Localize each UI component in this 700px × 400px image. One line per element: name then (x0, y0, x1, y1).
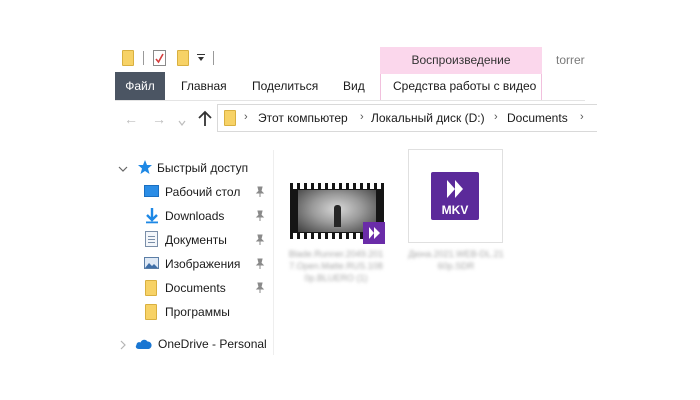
breadcrumb-this-pc[interactable]: Этот компьютер (258, 111, 348, 125)
properties-icon[interactable] (153, 50, 166, 66)
sidebar-item-label: Documents (165, 281, 226, 295)
sidebar-item-label: Рабочий стол (165, 185, 241, 199)
sidebar-item-label: Изображения (165, 257, 241, 271)
downloads-arrow-icon (146, 208, 158, 224)
pin-icon (255, 210, 265, 221)
pin-icon (255, 234, 265, 245)
file-name: Blade.Runner.2049.2017.Open.Matte.RUS.10… (288, 249, 384, 283)
sidebar-item-documents-folder[interactable]: Documents (118, 276, 278, 300)
pictures-icon (144, 257, 159, 269)
pin-icon (255, 186, 265, 197)
onedrive-label[interactable]: OneDrive - Personal (158, 337, 267, 351)
breadcrumb-separator: › (494, 111, 498, 123)
address-folder-icon (224, 110, 236, 126)
mkv-file-icon: MKV (431, 172, 479, 220)
tab-home[interactable]: Главная (181, 72, 227, 100)
sidebar-item-downloads[interactable]: Downloads (118, 204, 278, 228)
tab-file[interactable]: Файл (115, 72, 165, 100)
sidebar-item-label: Документы (165, 233, 227, 247)
video-play-badge-icon (363, 222, 385, 244)
tab-file-label: Файл (125, 79, 155, 93)
quick-access-chevron-icon[interactable] (118, 163, 128, 173)
breadcrumb-local-disk[interactable]: Локальный диск (D:) (371, 111, 485, 125)
tab-view[interactable]: Вид (343, 72, 365, 100)
file-name: Дюна.2021.WEB-DL.2160p.SDR (408, 249, 504, 271)
context-group-label: Воспроизведение (411, 53, 511, 67)
folder-icon (145, 304, 157, 320)
recent-locations-icon[interactable] (178, 116, 186, 126)
sidebar-item-programs[interactable]: Программы (118, 300, 278, 324)
toolbar-separator (213, 51, 214, 65)
toolbar-separator (143, 51, 144, 65)
new-folder-icon[interactable] (177, 50, 189, 66)
sidebar-item-documents[interactable]: Документы (118, 228, 278, 252)
mkv-badge-label: MKV (441, 203, 469, 217)
breadcrumb-separator: › (580, 111, 584, 123)
breadcrumb-documents[interactable]: Documents (507, 111, 568, 125)
tab-share[interactable]: Поделиться (252, 72, 318, 100)
dropdown-arrow-icon[interactable] (196, 52, 206, 64)
tab-video-tools[interactable]: Средства работы с видео (393, 72, 536, 100)
folder-icon[interactable] (122, 50, 134, 66)
pane-splitter[interactable] (273, 150, 274, 355)
up-button[interactable] (197, 110, 213, 128)
file-item-mkv[interactable]: MKV Дюна.2021.WEB-DL.2160p.SDR (408, 149, 504, 279)
onedrive-chevron-icon[interactable] (118, 339, 128, 350)
file-item-video[interactable]: Blade.Runner.2049.2017.Open.Matte.RUS.10… (288, 180, 388, 310)
documents-icon (145, 231, 158, 247)
sidebar-item-label: Downloads (165, 209, 225, 223)
quick-access-star-icon (137, 159, 153, 175)
breadcrumb-separator: › (244, 111, 248, 123)
pin-icon (255, 282, 265, 293)
forward-button[interactable]: → (149, 109, 169, 129)
onedrive-cloud-icon (135, 339, 152, 349)
back-button[interactable]: ← (121, 109, 141, 129)
sidebar-item-desktop[interactable]: Рабочий стол (118, 180, 278, 204)
pin-icon (255, 258, 265, 269)
sidebar-item-label: Программы (165, 305, 230, 319)
ribbon-bottom-border (115, 100, 585, 101)
desktop-icon (144, 185, 159, 197)
folder-icon (145, 280, 157, 296)
breadcrumb-separator: › (360, 111, 364, 123)
sidebar-item-pictures[interactable]: Изображения (118, 252, 278, 276)
window-title: torrer (556, 53, 585, 67)
quick-access-label[interactable]: Быстрый доступ (157, 161, 248, 175)
